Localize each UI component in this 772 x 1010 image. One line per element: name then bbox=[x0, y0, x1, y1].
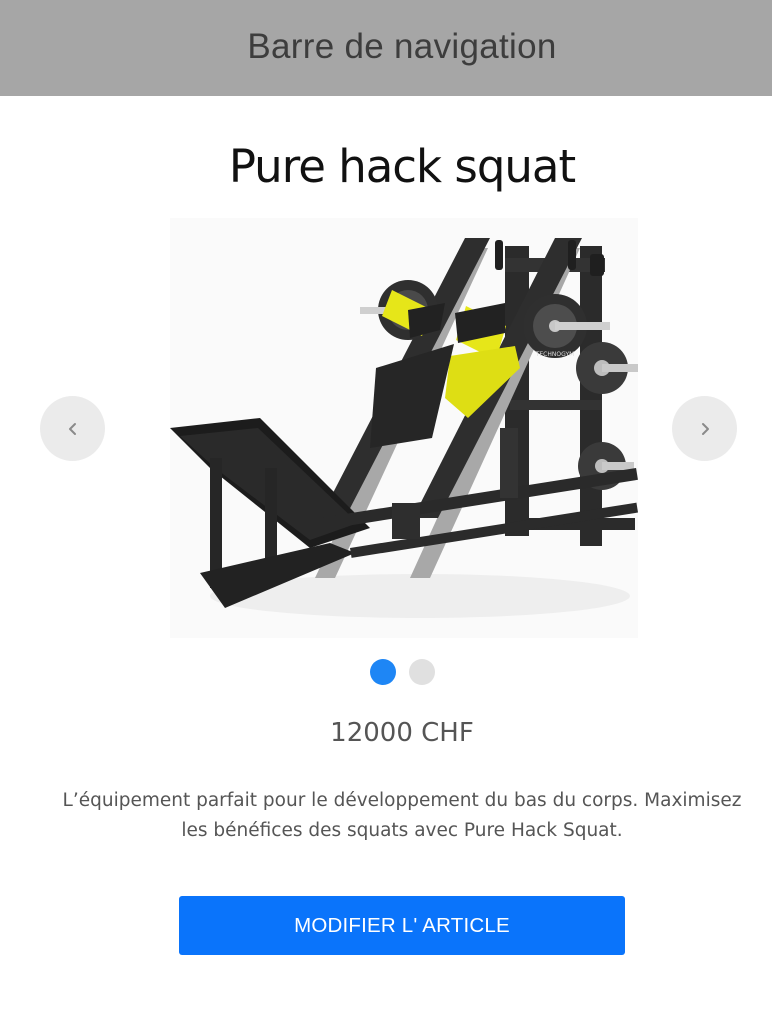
product-price: 12000 CHF bbox=[330, 718, 474, 748]
navigation-bar: Barre de navigation bbox=[0, 0, 772, 96]
carousel-indicators bbox=[0, 659, 772, 685]
product-description: L’équipement parfait pour le développeme… bbox=[62, 790, 742, 841]
product-image: TECHNOGYM bbox=[170, 218, 638, 638]
chevron-left-icon bbox=[68, 422, 76, 435]
carousel-prev-button[interactable] bbox=[40, 396, 105, 461]
carousel-dot-1[interactable] bbox=[369, 659, 396, 685]
edit-article-button[interactable]: MODIFIER L' ARTICLE bbox=[179, 896, 625, 955]
carousel-next-button[interactable] bbox=[672, 396, 737, 461]
carousel-dot-2[interactable] bbox=[408, 659, 435, 685]
image-carousel: TECHNOGYM bbox=[0, 218, 772, 638]
plate-brand-text: TECHNOGYM bbox=[535, 351, 575, 358]
hack-squat-machine-illustration: TECHNOGYM bbox=[170, 238, 638, 618]
navbar-title: Barre de navigation bbox=[247, 27, 557, 66]
product-title: Pure hack squat bbox=[228, 140, 576, 193]
chevron-right-icon bbox=[701, 422, 709, 435]
